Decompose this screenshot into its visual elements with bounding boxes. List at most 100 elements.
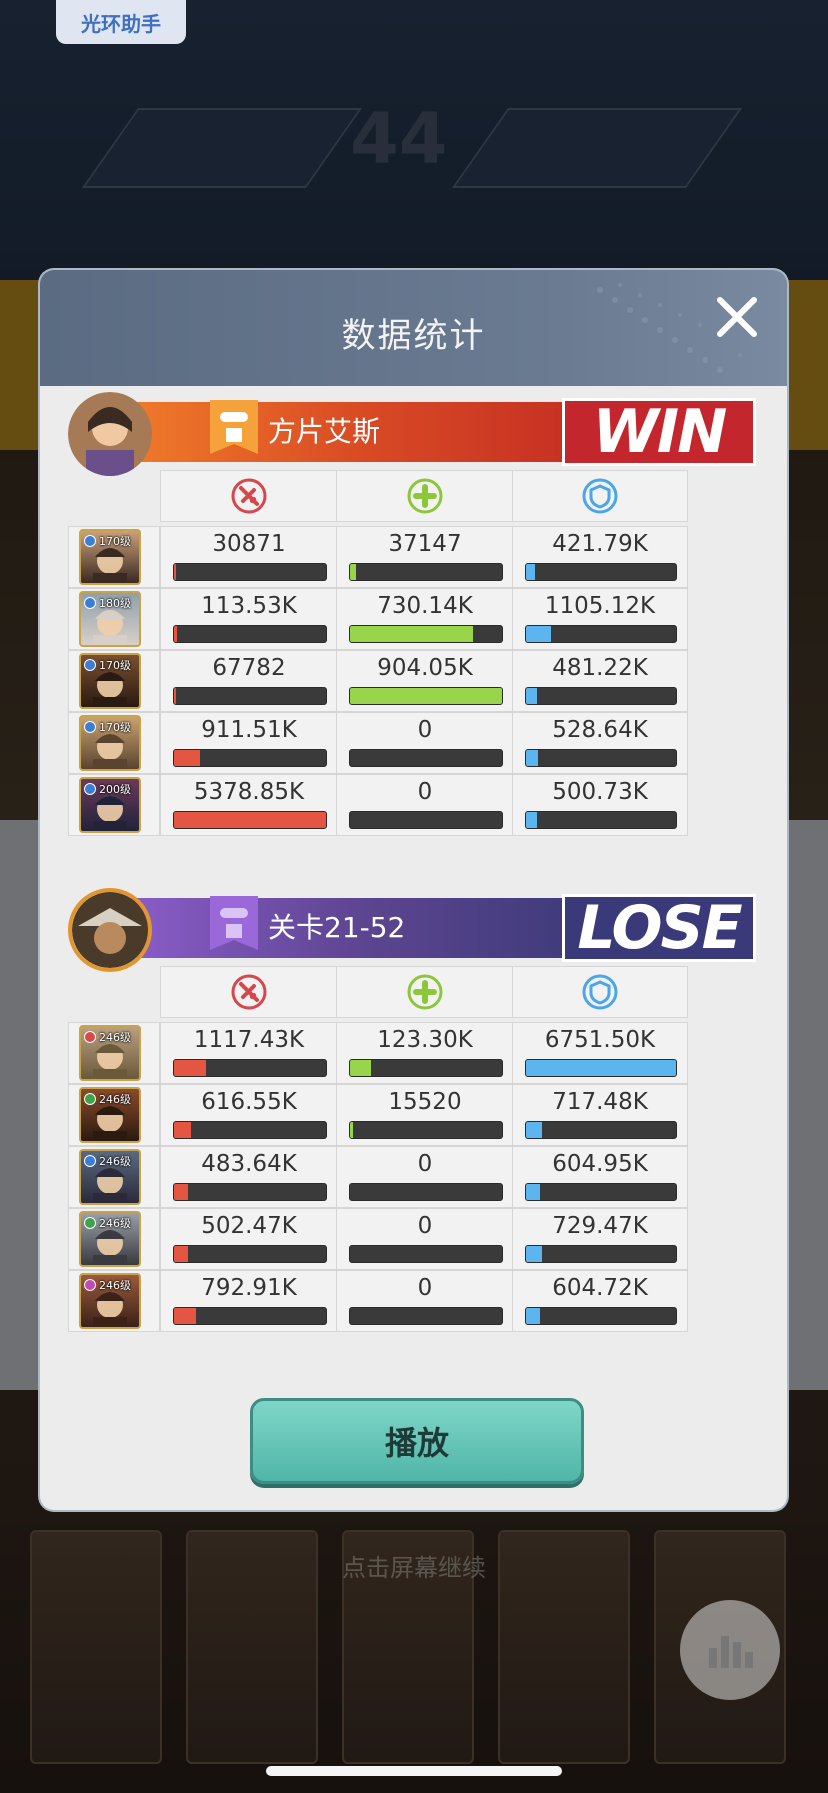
team-name: 关卡21-52 — [268, 911, 406, 944]
heal-bar — [349, 563, 503, 581]
damage-bar-fill — [174, 1246, 189, 1262]
heal-stat-cell: 730.14K — [336, 588, 514, 650]
hero-stat-row: 246级 483.64K 0 604.95K — [68, 1146, 760, 1216]
heal-value: 730.14K — [377, 593, 473, 619]
hero-cell: 180级 — [68, 588, 160, 650]
tank-bar — [525, 811, 677, 829]
tank-bar — [525, 1245, 677, 1263]
hero-portrait[interactable]: 170级 — [79, 653, 141, 709]
heal-stat-cell: 0 — [336, 1270, 514, 1332]
tank-bar — [525, 1059, 677, 1077]
leader-avatar — [68, 888, 152, 972]
stats-fab-button[interactable] — [680, 1600, 780, 1700]
close-icon[interactable] — [712, 292, 762, 342]
hero-stat-row: 170级 30871 37147 421.79K — [68, 526, 760, 596]
hero-portrait[interactable]: 246级 — [79, 1273, 141, 1329]
damage-value: 483.64K — [201, 1151, 297, 1177]
tank-value: 1105.12K — [544, 593, 656, 619]
team-section-enemy: 关卡21-52 LOSE 246级 1117.43K 123.30K 6751.50K… — [40, 888, 787, 1372]
hero-level: 246级 — [99, 1217, 131, 1230]
hero-portrait[interactable]: 170级 — [79, 529, 141, 585]
heal-value: 37147 — [388, 531, 462, 557]
tank-bar-fill — [526, 750, 538, 766]
damage-stat-cell: 616.55K — [160, 1084, 338, 1146]
element-gem-icon — [84, 535, 96, 547]
damage-stat-cell: 911.51K — [160, 712, 338, 774]
heal-bar-fill — [350, 564, 357, 580]
element-gem-icon — [84, 1217, 96, 1229]
tank-bar-fill — [526, 626, 551, 642]
tank-stat-cell: 1105.12K — [512, 588, 688, 650]
hero-cell: 170级 — [68, 526, 160, 588]
damage-stat-cell: 1117.43K — [160, 1022, 338, 1084]
tank-stat-cell: 729.47K — [512, 1208, 688, 1270]
heal-bar-fill — [350, 626, 473, 642]
hero-cell: 246级 — [68, 1146, 160, 1208]
damage-bar — [173, 1307, 327, 1325]
tank-bar — [525, 625, 677, 643]
tank-stat-cell: 717.48K — [512, 1084, 688, 1146]
leader-avatar — [68, 392, 152, 476]
hero-stat-row: 170级 911.51K 0 528.64K — [68, 712, 760, 782]
hero-level: 246级 — [99, 1155, 131, 1168]
element-gem-icon — [84, 721, 96, 733]
damage-bar-fill — [174, 750, 200, 766]
tank-stat-cell: 604.72K — [512, 1270, 688, 1332]
damage-stat-cell: 502.47K — [160, 1208, 338, 1270]
hero-cell: 246级 — [68, 1270, 160, 1332]
team-flag-icon — [210, 896, 258, 950]
hero-cell: 246级 — [68, 1084, 160, 1146]
hero-level: 200级 — [99, 783, 131, 796]
hero-portrait[interactable]: 180级 — [79, 591, 141, 647]
damage-stat-cell: 30871 — [160, 526, 338, 588]
tank-bar — [525, 1121, 677, 1139]
hero-portrait[interactable]: 246级 — [79, 1025, 141, 1081]
play-button[interactable]: 播放 — [250, 1398, 584, 1484]
element-gem-icon — [84, 1279, 96, 1291]
element-gem-icon — [84, 1155, 96, 1167]
heal-icon — [336, 966, 514, 1018]
damage-stat-cell: 5378.85K — [160, 774, 338, 836]
tank-bar-fill — [526, 1308, 540, 1324]
damage-bar — [173, 1059, 327, 1077]
tank-bar — [525, 1183, 677, 1201]
tank-value: 528.64K — [552, 717, 648, 743]
element-gem-icon — [84, 1093, 96, 1105]
hero-portrait[interactable]: 246级 — [79, 1149, 141, 1205]
element-gem-icon — [84, 783, 96, 795]
assistant-button[interactable]: 光环助手 — [56, 0, 186, 44]
home-indicator[interactable] — [266, 1766, 562, 1776]
heal-bar — [349, 1059, 503, 1077]
heal-stat-cell: 15520 — [336, 1084, 514, 1146]
heal-bar — [349, 1183, 503, 1201]
shield-icon — [512, 470, 688, 522]
hero-portrait[interactable]: 170级 — [79, 715, 141, 771]
hero-portrait[interactable]: 246级 — [79, 1211, 141, 1267]
hero-level: 246级 — [99, 1031, 131, 1044]
heal-bar-fill — [350, 688, 502, 704]
hero-stat-row: 246级 502.47K 0 729.47K — [68, 1208, 760, 1278]
damage-stat-cell: 483.64K — [160, 1146, 338, 1208]
hero-stat-row: 246级 1117.43K 123.30K 6751.50K — [68, 1022, 760, 1092]
tank-value: 6751.50K — [544, 1027, 656, 1053]
hero-level: 246级 — [99, 1279, 131, 1292]
heal-stat-cell: 0 — [336, 1146, 514, 1208]
tank-bar — [525, 1307, 677, 1325]
hero-portrait[interactable]: 246级 — [79, 1087, 141, 1143]
tank-bar-fill — [526, 688, 537, 704]
hero-stat-row: 180级 113.53K 730.14K 1105.12K — [68, 588, 760, 658]
damage-value: 911.51K — [201, 717, 297, 743]
heal-bar — [349, 1307, 503, 1325]
tank-stat-cell: 604.95K — [512, 1146, 688, 1208]
hero-portrait[interactable]: 200级 — [79, 777, 141, 833]
hero-level: 170级 — [99, 721, 131, 734]
heal-value: 0 — [417, 717, 433, 743]
heal-bar-fill — [350, 1060, 371, 1076]
damage-bar-fill — [174, 1060, 206, 1076]
damage-value: 1117.43K — [193, 1027, 305, 1053]
tank-value: 604.72K — [552, 1275, 648, 1301]
tank-bar-fill — [526, 1184, 540, 1200]
heal-bar — [349, 1245, 503, 1263]
tank-value: 421.79K — [552, 531, 648, 557]
hero-level: 170级 — [99, 659, 131, 672]
